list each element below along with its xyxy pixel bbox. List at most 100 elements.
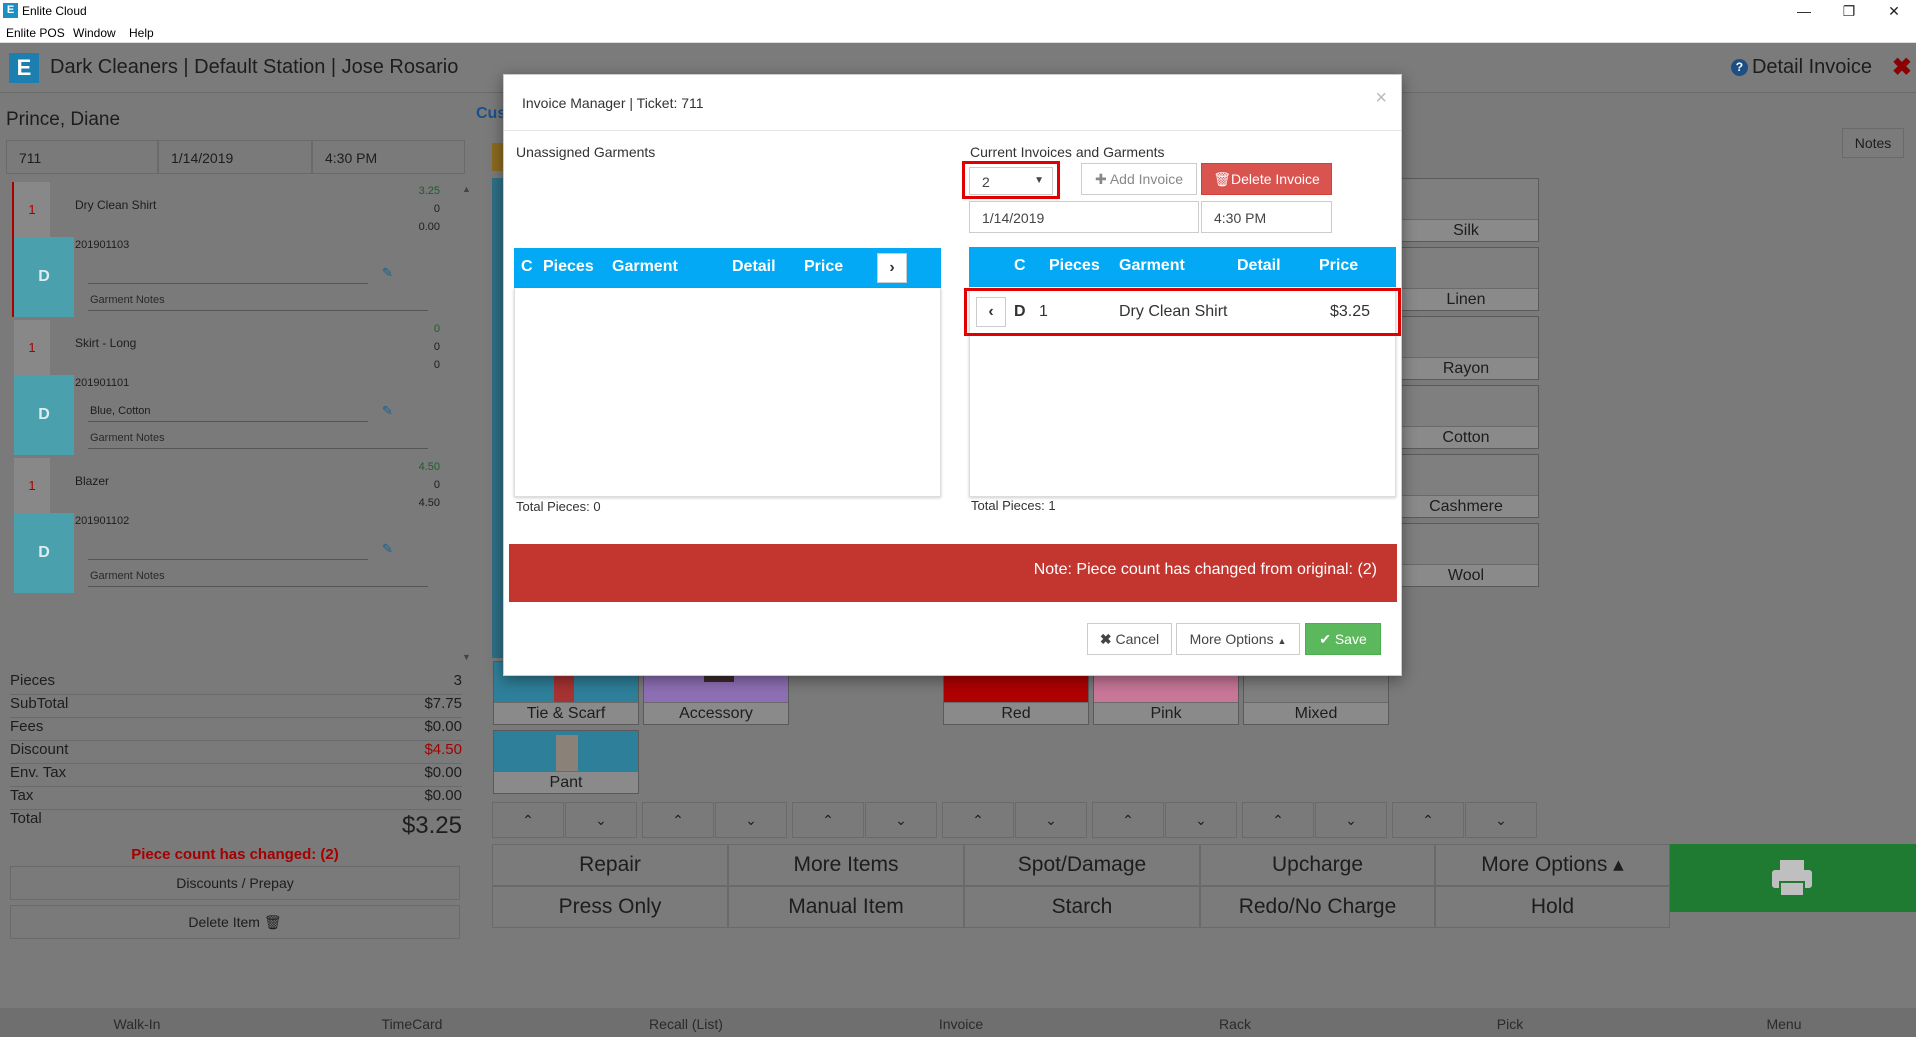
ticket-field[interactable]: 711 <box>6 140 158 174</box>
tile-label: Pant <box>494 771 638 793</box>
cancel-label: Cancel <box>1115 631 1160 647</box>
garment-note-line <box>88 283 368 284</box>
scroll-down-button[interactable]: ⌄ <box>715 802 787 838</box>
garment-type-badge[interactable]: D <box>14 513 74 593</box>
subtotal-value: $7.75 <box>424 695 462 712</box>
customer-tab-label[interactable]: Cus <box>476 105 506 123</box>
piece-count-warning: Piece count has changed: (2) <box>131 846 339 863</box>
menu-enlite-pos[interactable]: Enlite POS <box>6 26 65 40</box>
scroll-down-button[interactable]: ⌄ <box>1465 802 1537 838</box>
nav-pick[interactable]: Pick <box>1497 1016 1523 1032</box>
garment-name[interactable]: Blazer <box>75 474 109 488</box>
cancel-button[interactable]: ✖ Cancel <box>1087 623 1172 655</box>
edit-icon[interactable]: ✎ <box>382 541 398 556</box>
add-invoice-button[interactable]: ✚ Add Invoice <box>1081 163 1197 195</box>
fees-label: Fees <box>10 718 44 735</box>
discounts-prepay-button[interactable]: Discounts / Prepay <box>10 866 460 900</box>
chevron-left-icon[interactable]: ‹ <box>976 297 1006 327</box>
spot-damage-button[interactable]: Spot/Damage <box>964 844 1200 886</box>
menu-window[interactable]: Window <box>73 26 116 40</box>
caret-up-icon: ⌃ <box>972 812 984 828</box>
date-field[interactable]: 1/14/2019 <box>158 140 312 174</box>
scroll-down-button[interactable]: ⌄ <box>1015 802 1087 838</box>
restore-icon[interactable]: ❐ <box>1829 1 1869 21</box>
invoice-time-field[interactable]: 4:30 PM <box>1201 201 1332 233</box>
starch-button[interactable]: Starch <box>964 886 1200 928</box>
modal-close-icon[interactable]: × <box>1375 87 1387 110</box>
printer-icon <box>1772 860 1812 897</box>
close-icon[interactable]: ✖ <box>1892 53 1912 82</box>
chevron-right-icon[interactable]: › <box>877 253 907 283</box>
redo-no-charge-button[interactable]: Redo/No Charge <box>1200 886 1435 928</box>
station-title: Dark Cleaners | Default Station | Jose R… <box>50 56 459 78</box>
hold-button[interactable]: Hold <box>1435 886 1670 928</box>
fabric-tile-cotton[interactable]: Cotton <box>1393 385 1539 449</box>
garment-type-badge[interactable]: D <box>14 375 74 455</box>
scroll-up-button[interactable]: ⌃ <box>642 802 714 838</box>
scroll-up-button[interactable]: ⌃ <box>792 802 864 838</box>
total-value: $3.25 <box>401 812 462 839</box>
scroll-down-button[interactable]: ⌄ <box>1315 802 1387 838</box>
time-field[interactable]: 4:30 PM <box>312 140 465 174</box>
col-detail: Detail <box>732 258 776 275</box>
scroll-up-button[interactable]: ⌃ <box>1092 802 1164 838</box>
edit-icon[interactable]: ✎ <box>382 403 398 418</box>
fabric-tile-linen[interactable]: Linen <box>1393 247 1539 311</box>
x-icon: ✖ <box>1099 631 1112 647</box>
more-options-dropdown[interactable]: More Options ▲ <box>1176 623 1300 655</box>
nav-walk-in[interactable]: Walk-In <box>114 1016 161 1032</box>
caret-up-icon: ⌃ <box>822 812 834 828</box>
scroll-down-button[interactable]: ⌄ <box>1165 802 1237 838</box>
notes-button[interactable]: Notes <box>1842 128 1904 158</box>
fabric-tile-rayon[interactable]: Rayon <box>1393 316 1539 380</box>
scroll-down-button[interactable]: ⌄ <box>565 802 637 838</box>
more-options-button[interactable]: More Options ▴ <box>1435 844 1670 886</box>
garment-type-badge[interactable]: D <box>14 237 74 317</box>
save-button[interactable]: ✔ Save <box>1305 623 1381 655</box>
fabric-tile-silk[interactable]: Silk <box>1393 178 1539 242</box>
close-window-icon[interactable]: ✕ <box>1874 1 1914 21</box>
detail-invoice-link[interactable]: ? Detail Invoice <box>1730 56 1872 79</box>
col-pieces: Pieces <box>1049 257 1100 274</box>
delete-item-button[interactable]: Delete Item 🗑 <box>10 905 460 939</box>
row-garment: Dry Clean Shirt <box>1119 303 1228 320</box>
category-tile-pant[interactable]: Pant <box>493 730 639 794</box>
menu-help[interactable]: Help <box>129 26 154 40</box>
discount-value: $4.50 <box>424 741 462 758</box>
garment-name[interactable]: Skirt - Long <box>75 336 136 350</box>
scroll-up-button[interactable]: ⌃ <box>942 802 1014 838</box>
nav-menu[interactable]: Menu <box>1766 1016 1801 1032</box>
nav-invoice[interactable]: Invoice <box>939 1016 983 1032</box>
repair-button[interactable]: Repair <box>492 844 728 886</box>
table-row[interactable]: ‹ D 1 Dry Clean Shirt $3.25 <box>969 291 1396 333</box>
upcharge-button[interactable]: Upcharge <box>1200 844 1435 886</box>
invoice-select[interactable]: 2 ▼ <box>969 167 1053 195</box>
nav-timecard[interactable]: TimeCard <box>382 1016 443 1032</box>
more-items-button[interactable]: More Items <box>728 844 964 886</box>
garment-qty: 1 <box>14 458 50 513</box>
scroll-up-button[interactable]: ⌃ <box>1242 802 1314 838</box>
fabric-tile-wool[interactable]: Wool <box>1393 523 1539 587</box>
print-button[interactable] <box>1670 844 1916 912</box>
trash-icon: 🗑 <box>1213 171 1232 187</box>
list-scrollbar[interactable]: ▲ ▼ <box>460 182 474 662</box>
fabric-tile-cashmere[interactable]: Cashmere <box>1393 454 1539 518</box>
caret-down-icon: ⌄ <box>745 812 757 828</box>
garment-barcode: 201901102 <box>75 515 130 527</box>
menu-bar: Enlite POS Window Help <box>0 22 1916 43</box>
garment-name[interactable]: Dry Clean Shirt <box>75 198 156 212</box>
garment-note-line <box>88 559 368 560</box>
manual-item-button[interactable]: Manual Item <box>728 886 964 928</box>
edit-icon[interactable]: ✎ <box>382 265 398 280</box>
scroll-up-button[interactable]: ⌃ <box>1392 802 1464 838</box>
tile-label: Cashmere <box>1394 495 1538 517</box>
scroll-down-button[interactable]: ⌄ <box>865 802 937 838</box>
press-only-button[interactable]: Press Only <box>492 886 728 928</box>
nav-rack[interactable]: Rack <box>1219 1016 1251 1032</box>
nav-recall-list[interactable]: Recall (List) <box>649 1016 723 1032</box>
invoice-date-field[interactable]: 1/14/2019 <box>969 201 1199 233</box>
delete-invoice-button[interactable]: 🗑Delete Invoice <box>1201 163 1332 195</box>
app-logo-icon: E <box>3 3 18 18</box>
minimize-icon[interactable]: — <box>1784 1 1824 21</box>
scroll-up-button[interactable]: ⌃ <box>492 802 564 838</box>
